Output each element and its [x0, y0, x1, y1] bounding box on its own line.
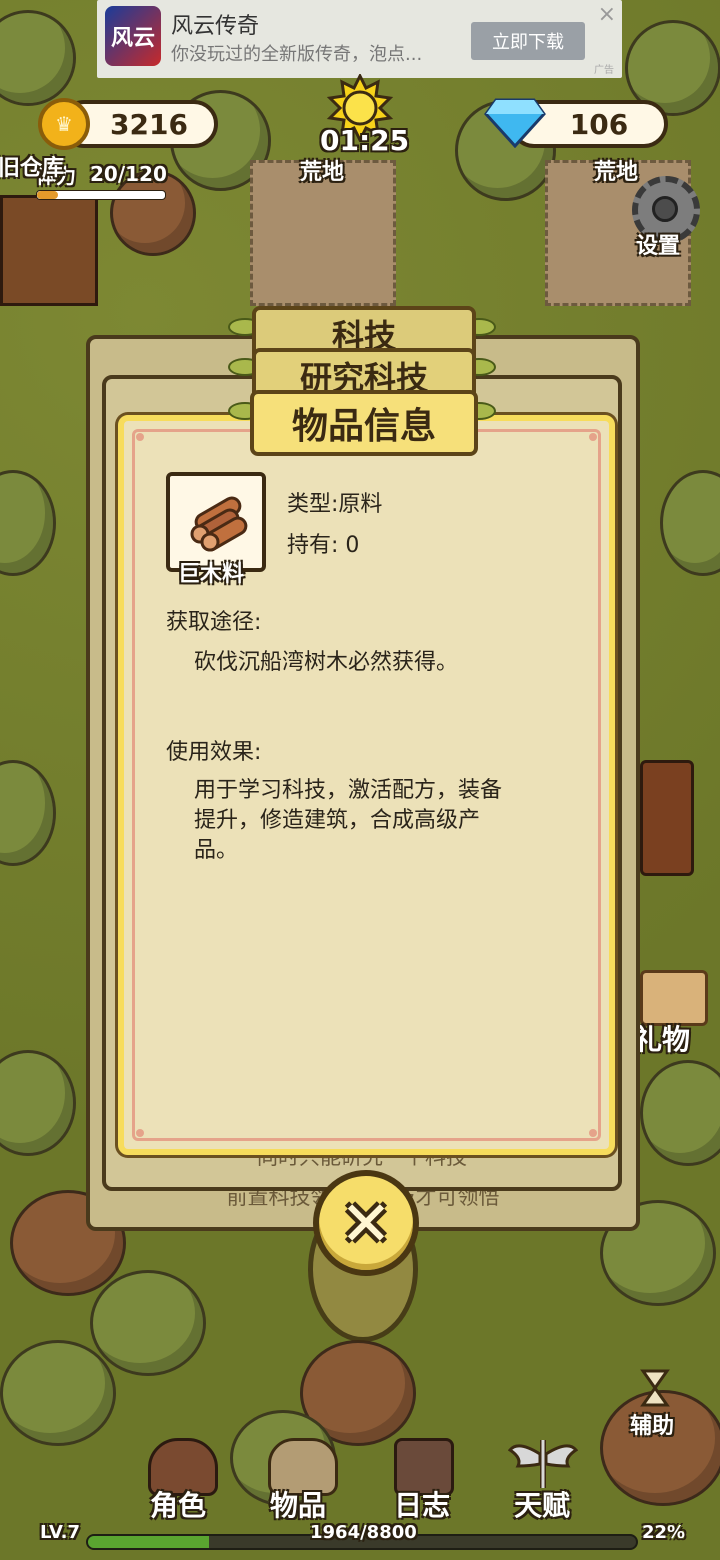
ad-subtitle: 你没玩过的全新版传奇，泡点...	[171, 44, 423, 65]
corner-dot	[589, 1129, 597, 1137]
ad-title: 风云传奇	[171, 14, 260, 39]
stamina-value: 20/120	[90, 162, 167, 186]
ad-close-icon[interactable]: ×	[598, 2, 616, 27]
ad-app-icon[interactable]: 风云	[105, 6, 161, 66]
woodpile[interactable]	[640, 760, 694, 876]
map-label-right: 荒地	[594, 160, 639, 185]
diamond-icon	[484, 98, 546, 148]
close-button[interactable]: ✕	[313, 1170, 419, 1276]
warehouse-label: 旧仓库	[0, 156, 65, 181]
ad-tag: 广告	[594, 65, 614, 76]
nav-journal-label[interactable]: 日志	[394, 1484, 450, 1524]
corner-dot	[589, 433, 597, 441]
tree	[90, 1270, 206, 1376]
effect-heading: 使用效果:	[166, 740, 262, 765]
stamina-bar-fill	[37, 191, 59, 199]
crown-coin-icon: ♛	[38, 98, 90, 150]
day-timer: 01:25	[320, 124, 410, 157]
gold-value: 3216	[110, 107, 188, 141]
warehouse-building[interactable]	[0, 195, 98, 306]
settings-label[interactable]: 设置	[636, 228, 680, 260]
source-text: 砍伐沉船湾树木必然获得。	[194, 650, 459, 675]
gift-label[interactable]: 礼物	[634, 1018, 690, 1058]
nav-character-label[interactable]: 角色	[150, 1484, 206, 1524]
corner-dot	[136, 1129, 144, 1137]
effect-line: 提升，修造建筑，合成高级产	[194, 808, 481, 833]
tree	[0, 1340, 116, 1446]
hourglass-icon[interactable]	[640, 1368, 670, 1408]
map-label-left: 荒地	[300, 160, 345, 185]
effect-line: 品。	[194, 838, 239, 863]
level-label: LV.7	[40, 1522, 80, 1543]
item-name: 巨木料	[178, 562, 245, 587]
assist-label[interactable]: 辅助	[630, 1408, 674, 1440]
item-type: 类型:原料	[287, 492, 383, 517]
xp-value: 1964/8800	[310, 1522, 417, 1543]
effect-line: 用于学习科技，激活配方，装备	[194, 778, 503, 803]
xp-bar-fill	[88, 1536, 209, 1548]
ad-banner[interactable]: 风云 风云传奇 你没玩过的全新版传奇，泡点... 立即下载 × 广告	[97, 0, 622, 78]
item-owned: 持有: 0	[287, 533, 360, 558]
gem-value: 106	[569, 107, 629, 141]
source-heading: 获取途径:	[166, 610, 262, 635]
stamina-bar	[36, 190, 166, 200]
item-info-banner: 物品信息	[250, 390, 478, 456]
xp-percent: 22%	[642, 1522, 686, 1543]
close-icon: ✕	[340, 1186, 392, 1260]
nav-talent-label[interactable]: 天赋	[514, 1484, 570, 1524]
corner-dot	[136, 433, 144, 441]
log-bundle-icon	[190, 496, 248, 552]
ad-download-button[interactable]: 立即下载	[471, 22, 585, 60]
nav-items-label[interactable]: 物品	[270, 1484, 326, 1524]
